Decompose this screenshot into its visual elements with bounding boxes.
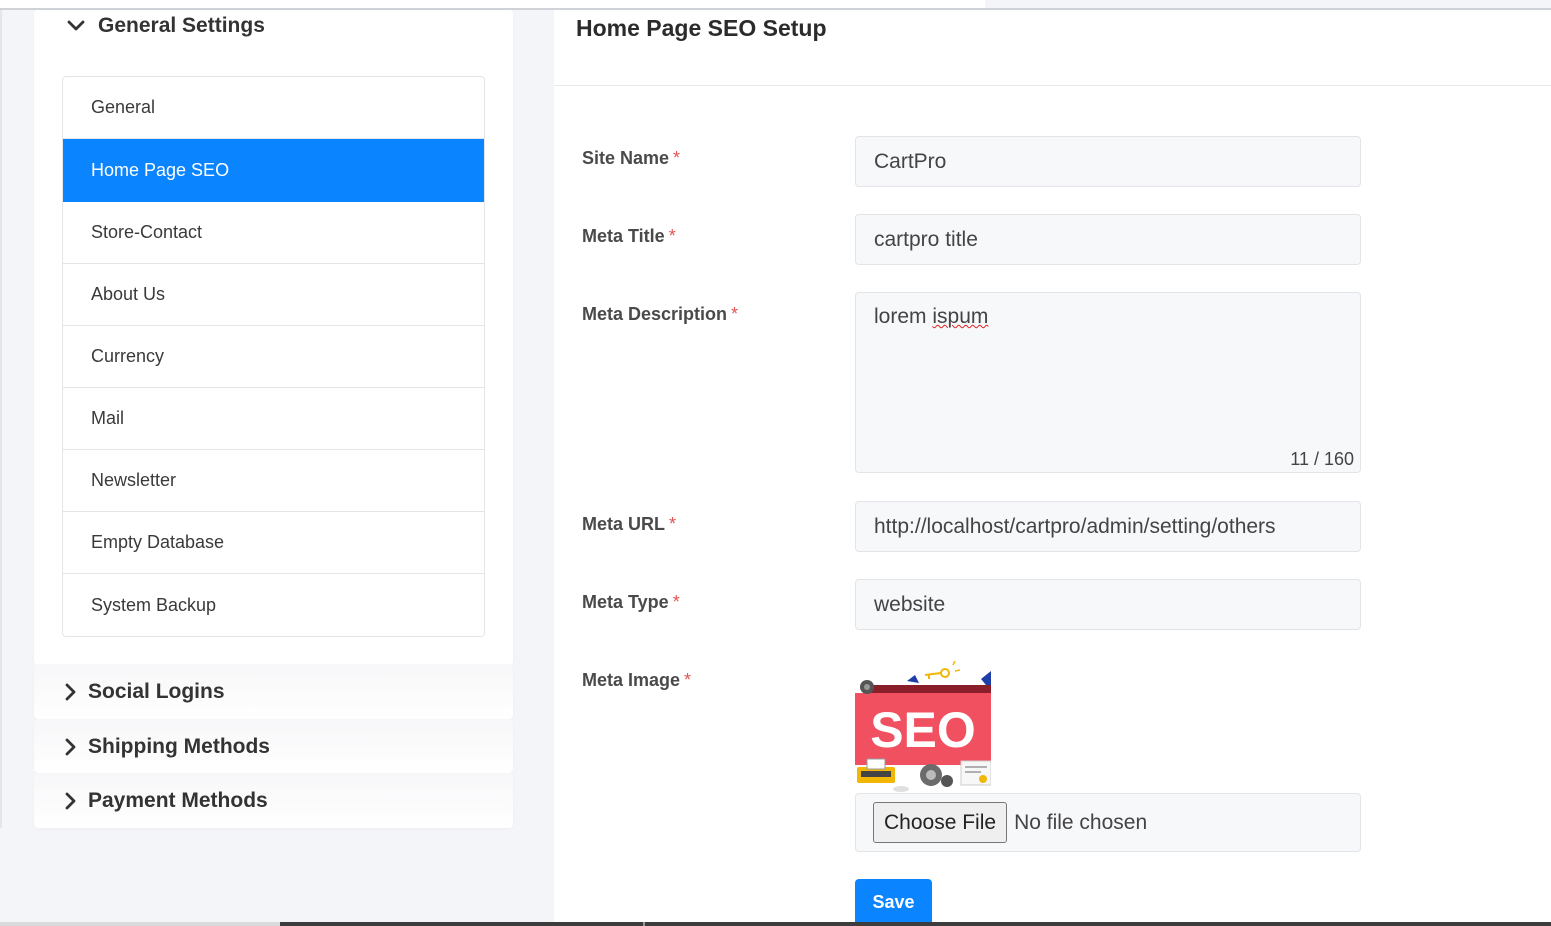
menu-item-label: General bbox=[91, 97, 156, 117]
accordion-header-social-logins[interactable]: Social Logins bbox=[60, 678, 225, 706]
bottom-scrollbar-mark bbox=[643, 922, 645, 926]
meta-image-label: Meta Image * bbox=[582, 670, 691, 691]
field-label-text: Meta Description bbox=[582, 304, 728, 324]
no-file-chosen-text: No file chosen bbox=[1014, 810, 1148, 834]
bottom-scrollbar-track bbox=[280, 922, 1551, 926]
meta-url-label: Meta URL * bbox=[582, 514, 676, 535]
menu-item-label: Mail bbox=[91, 408, 125, 428]
menu-item-label: Empty Database bbox=[91, 532, 225, 552]
required-mark: * bbox=[668, 226, 676, 246]
required-mark: * bbox=[669, 514, 677, 534]
seo-setup-card: Home Page SEO Setup Site Name * CartPro M… bbox=[554, 10, 1551, 926]
accordion-header-general-settings[interactable]: General Settings bbox=[64, 12, 265, 40]
accordion-title: Social Logins bbox=[88, 680, 225, 703]
site-name-label: Site Name * bbox=[582, 148, 680, 169]
accordion-header-shipping-methods[interactable]: Shipping Methods bbox=[60, 733, 270, 761]
meta-description-textarea[interactable]: lorem ispum 11 / 160 bbox=[855, 292, 1361, 473]
accordion-general-settings: General Settings General Home Page SEO S… bbox=[34, 10, 513, 665]
input-value: cartpro title bbox=[874, 227, 978, 251]
menu-item-empty-database[interactable]: Empty Database bbox=[63, 512, 484, 574]
settings-menu-list: General Home Page SEO Store-Contact Abou… bbox=[62, 76, 485, 637]
required-mark: * bbox=[673, 148, 681, 168]
seo-illustration: SEO bbox=[855, 660, 992, 792]
accordion-header-payment-methods[interactable]: Payment Methods bbox=[60, 787, 268, 815]
seo-banner-text: SEO bbox=[870, 702, 976, 758]
menu-item-label: Currency bbox=[91, 346, 165, 366]
menu-item-system-backup[interactable]: System Backup bbox=[63, 574, 484, 636]
meta-type-input[interactable]: website bbox=[855, 579, 1361, 630]
input-value: CartPro bbox=[874, 149, 947, 173]
accordion-shipping-methods: Shipping Methods bbox=[34, 719, 513, 773]
character-counter: 11 / 160 bbox=[1290, 449, 1354, 469]
save-button[interactable]: Save bbox=[855, 879, 932, 926]
misspelled-word: ispum bbox=[932, 305, 989, 328]
required-mark: * bbox=[672, 592, 680, 612]
meta-url-input[interactable]: http://localhost/cartpro/admin/setting/o… bbox=[855, 501, 1361, 552]
input-value: website bbox=[874, 592, 946, 616]
field-label-text: Meta Image bbox=[582, 670, 681, 690]
menu-item-general[interactable]: General bbox=[63, 77, 484, 139]
meta-image-file-input: Choose File No file chosen bbox=[855, 793, 1361, 852]
page-title: Home Page SEO Setup bbox=[576, 15, 827, 41]
menu-item-currency[interactable]: Currency bbox=[63, 326, 484, 388]
chevron-right-icon bbox=[60, 680, 80, 704]
accordion-social-logins: Social Logins bbox=[34, 664, 513, 719]
menu-item-label: Home Page SEO bbox=[91, 160, 230, 180]
menu-item-label: System Backup bbox=[91, 594, 217, 615]
field-label-text: Meta URL bbox=[582, 514, 666, 534]
field-label-text: Site Name bbox=[582, 148, 670, 168]
card-header: Home Page SEO Setup bbox=[554, 10, 1551, 86]
settings-sidebar: General Settings General Home Page SEO S… bbox=[34, 10, 513, 665]
accordion-title: General Settings bbox=[98, 14, 265, 37]
textarea-word: lorem bbox=[874, 305, 927, 328]
meta-type-label: Meta Type * bbox=[582, 592, 680, 613]
menu-item-home-page-seo[interactable]: Home Page SEO bbox=[63, 139, 484, 202]
browser-top-strip bbox=[0, 0, 985, 8]
meta-title-label: Meta Title * bbox=[582, 226, 676, 247]
field-label-text: Meta Type bbox=[582, 592, 669, 612]
key-icon bbox=[924, 660, 961, 679]
menu-item-newsletter[interactable]: Newsletter bbox=[63, 450, 484, 512]
site-name-input[interactable]: CartPro bbox=[855, 136, 1361, 187]
chevron-down-icon bbox=[64, 14, 88, 38]
menu-item-about-us[interactable]: About Us bbox=[63, 264, 484, 326]
chevron-right-icon bbox=[60, 735, 80, 759]
accent-shape bbox=[907, 675, 919, 683]
field-label-text: Meta Title bbox=[582, 226, 665, 246]
accordion-payment-methods: Payment Methods bbox=[34, 773, 513, 828]
menu-item-label: Newsletter bbox=[91, 470, 177, 490]
menu-item-mail[interactable]: Mail bbox=[63, 388, 484, 450]
input-value: http://localhost/cartpro/admin/setting/o… bbox=[874, 514, 1276, 538]
menu-item-store-contact[interactable]: Store-Contact bbox=[63, 202, 484, 264]
required-mark: * bbox=[684, 670, 692, 690]
choose-file-button[interactable]: Choose File bbox=[873, 802, 1008, 843]
meta-title-input[interactable]: cartpro title bbox=[855, 214, 1361, 265]
certificate-icon bbox=[960, 760, 992, 786]
chevron-right-icon bbox=[60, 789, 80, 813]
menu-item-label: Store-Contact bbox=[91, 222, 203, 242]
left-edge-divider bbox=[0, 10, 2, 828]
menu-item-label: About Us bbox=[91, 284, 166, 304]
required-mark: * bbox=[731, 304, 739, 324]
meta-image-preview: SEO bbox=[855, 660, 992, 793]
accordion-title: Shipping Methods bbox=[88, 735, 270, 758]
meta-description-label: Meta Description * bbox=[582, 304, 738, 325]
accordion-title: Payment Methods bbox=[88, 789, 268, 812]
